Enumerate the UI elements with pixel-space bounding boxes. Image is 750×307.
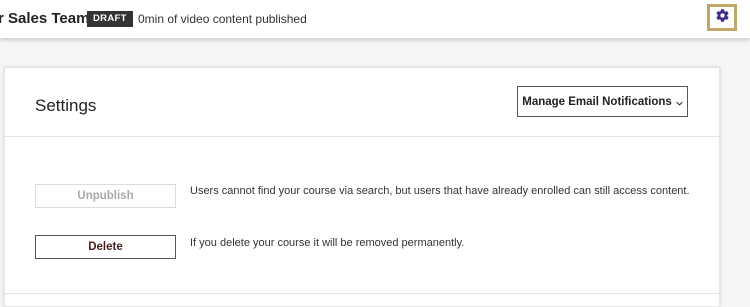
status-badge: DRAFT bbox=[87, 11, 133, 27]
settings-card-header: Settings Manage Email Notifications bbox=[5, 68, 719, 137]
settings-button[interactable] bbox=[707, 4, 737, 31]
page-title: Settings bbox=[35, 96, 97, 115]
course-title: r Sales Team bbox=[0, 10, 90, 27]
unpublish-button[interactable]: Unpublish bbox=[35, 184, 176, 208]
manage-email-notifications-label: Manage Email Notifications bbox=[522, 95, 672, 108]
settings-card: Settings Manage Email Notifications Unpu… bbox=[4, 67, 720, 307]
top-bar: r Sales Team DRAFT 0min of video content… bbox=[0, 0, 750, 38]
delete-button[interactable]: Delete bbox=[35, 235, 176, 259]
divider bbox=[5, 293, 719, 294]
gear-icon bbox=[715, 8, 730, 28]
manage-email-notifications-button[interactable]: Manage Email Notifications bbox=[517, 86, 688, 117]
delete-description: If you delete your course it will be rem… bbox=[190, 237, 465, 249]
unpublish-description: Users cannot find your course via search… bbox=[190, 185, 690, 197]
published-info: 0min of video content published bbox=[138, 12, 307, 26]
chevron-down-icon bbox=[676, 98, 683, 106]
